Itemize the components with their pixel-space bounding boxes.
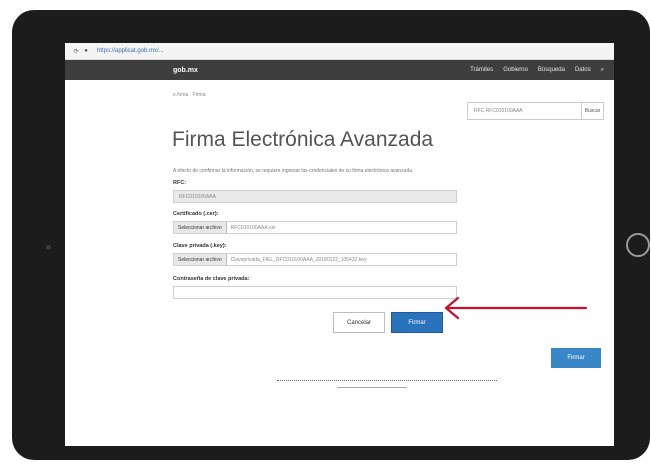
sign-button[interactable]: Firmar (391, 312, 443, 333)
cancel-button[interactable]: Cancelar (333, 312, 385, 333)
key-filename: Claveprivada_FIEL_RFC010100AAA_20180122_… (230, 256, 367, 263)
sign-secondary-button[interactable]: Firmar (551, 348, 601, 368)
camera-dot (46, 245, 51, 250)
cert-label: Certificado (.cer): (173, 211, 219, 217)
browser-address-bar: ⟳ ● https://applicat.gob.mx/... (65, 43, 614, 60)
rfc-field: RFC010100AAA (173, 190, 457, 203)
key-select-button[interactable]: Seleccionar archivo (174, 254, 227, 265)
rfc-search: RFC RFC010100AAA Buscar (467, 102, 604, 120)
nav-item-gobierno[interactable]: Gobierno (503, 67, 528, 74)
search-icon[interactable]: ⌕ (601, 67, 604, 74)
breadcrumb[interactable]: e.firma · Firma (173, 92, 206, 98)
lock-icon: ● (84, 48, 88, 54)
password-field[interactable] (173, 286, 457, 299)
nav-item-busqueda[interactable]: Búsqueda (538, 67, 565, 74)
search-button[interactable]: Buscar (581, 103, 603, 119)
gob-logo[interactable]: gob.mx (173, 67, 198, 74)
home-button[interactable] (626, 233, 650, 257)
footer-link[interactable] (277, 378, 497, 381)
password-label: Contraseña de clave privada: (173, 276, 250, 282)
cert-filename: RFC010100AAA.cer (230, 224, 276, 231)
search-input[interactable]: RFC RFC010100AAA (468, 108, 581, 114)
footer-divider (337, 386, 407, 388)
nav-item-datos[interactable]: Datos (575, 67, 591, 74)
cert-file-input[interactable]: Seleccionar archivo RFC010100AAA.cer (173, 221, 457, 234)
rfc-label: RFC: (173, 180, 187, 186)
cert-select-button[interactable]: Seleccionar archivo (174, 222, 227, 233)
key-file-input[interactable]: Seleccionar archivo Claveprivada_FIEL_RF… (173, 253, 457, 266)
red-arrow-annotation (444, 296, 588, 320)
gob-header: gob.mx Trámites Gobierno Búsqueda Datos … (65, 60, 614, 80)
screen: ⟳ ● https://applicat.gob.mx/... gob.mx T… (65, 43, 614, 446)
url-text[interactable]: https://applicat.gob.mx/... (97, 48, 164, 54)
page-title: Firma Electrónica Avanzada (172, 128, 434, 151)
nav-item-tramites[interactable]: Trámites (470, 67, 493, 74)
tablet-frame: ⟳ ● https://applicat.gob.mx/... gob.mx T… (12, 10, 650, 460)
intro-text: A efecto de confirmar la información, se… (173, 168, 414, 174)
gob-nav: Trámites Gobierno Búsqueda Datos ⌕ (470, 67, 604, 74)
key-label: Clave privada (.key): (173, 243, 227, 249)
circle-arrow-icon[interactable]: ⟳ (71, 48, 81, 55)
